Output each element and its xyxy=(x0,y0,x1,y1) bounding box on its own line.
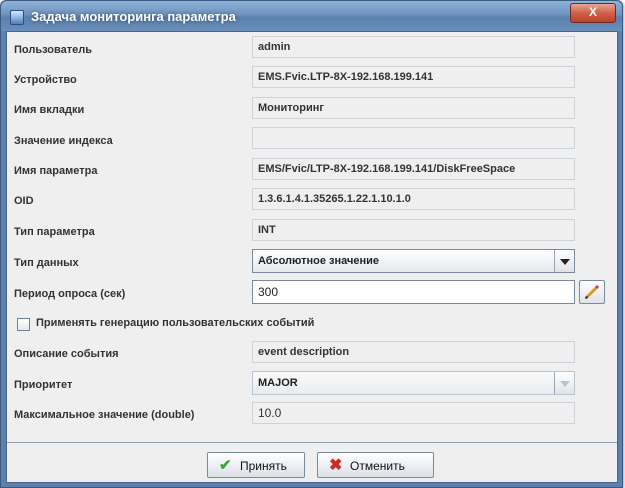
chevron-down-icon xyxy=(560,381,570,387)
event-description-field: event description xyxy=(252,341,575,363)
cancel-label: Отменить xyxy=(350,459,405,473)
pencil-icon xyxy=(584,284,600,300)
data-type-label: Тип данных xyxy=(14,257,79,269)
oid-label: OID xyxy=(14,195,34,207)
accept-button[interactable]: ✔ Принять xyxy=(207,452,305,478)
user-field: admin xyxy=(252,36,575,58)
data-type-select[interactable]: Абсолютное значение xyxy=(252,249,575,273)
priority-value: MAJOR xyxy=(258,377,298,389)
index-value-label: Значение индекса xyxy=(14,135,113,147)
red-cross-icon: ✖ xyxy=(329,457,343,474)
poll-period-label: Период опроса (сек) xyxy=(14,288,126,300)
edit-button[interactable] xyxy=(579,280,605,304)
user-events-checkbox[interactable] xyxy=(17,318,30,331)
data-type-dropdown-button[interactable] xyxy=(554,250,574,272)
event-description-label: Описание события xyxy=(14,348,119,360)
max-value-field: 10.0 xyxy=(252,402,575,424)
param-type-field: INT xyxy=(252,219,575,241)
priority-label: Приоритет xyxy=(14,379,73,391)
tab-name-label: Имя вкладки xyxy=(14,104,85,116)
param-name-field: EMS/Fvic/LTP-8X-192.168.199.141/DiskFree… xyxy=(252,158,575,180)
footer-divider xyxy=(7,442,617,443)
cancel-button[interactable]: ✖ Отменить xyxy=(317,452,434,478)
param-type-label: Тип параметра xyxy=(14,226,95,238)
poll-period-input[interactable]: 300 xyxy=(252,280,575,304)
priority-dropdown-button xyxy=(554,372,574,394)
dialog-window: Задача мониторинга параметра X Пользоват… xyxy=(0,0,623,488)
device-field: EMS.Fvic.LTP-8X-192.168.199.141 xyxy=(252,66,575,88)
chevron-down-icon xyxy=(560,259,570,265)
accept-label: Принять xyxy=(240,459,287,473)
param-name-label: Имя параметра xyxy=(14,165,98,177)
tab-name-field: Мониторинг xyxy=(252,97,575,119)
data-type-value: Абсолютное значение xyxy=(258,255,380,267)
dialog-content: Пользователь admin Устройство EMS.Fvic.L… xyxy=(6,31,618,483)
index-value-field xyxy=(252,127,575,149)
user-events-label: Применять генерацию пользовательских соб… xyxy=(36,317,315,329)
device-label: Устройство xyxy=(14,74,77,86)
user-label: Пользователь xyxy=(14,44,93,56)
max-value-label: Максимальное значение (double) xyxy=(14,409,195,421)
window-title: Задача мониторинга параметра xyxy=(31,9,236,24)
checkmark-icon: ✔ xyxy=(219,457,232,474)
title-bar[interactable]: Задача мониторинга параметра X xyxy=(1,1,622,31)
app-icon xyxy=(10,10,24,25)
close-button[interactable]: X xyxy=(570,3,616,23)
priority-select: MAJOR xyxy=(252,371,575,395)
close-icon: X xyxy=(588,5,597,19)
oid-field: 1.3.6.1.4.1.35265.1.22.1.10.1.0 xyxy=(252,188,575,210)
